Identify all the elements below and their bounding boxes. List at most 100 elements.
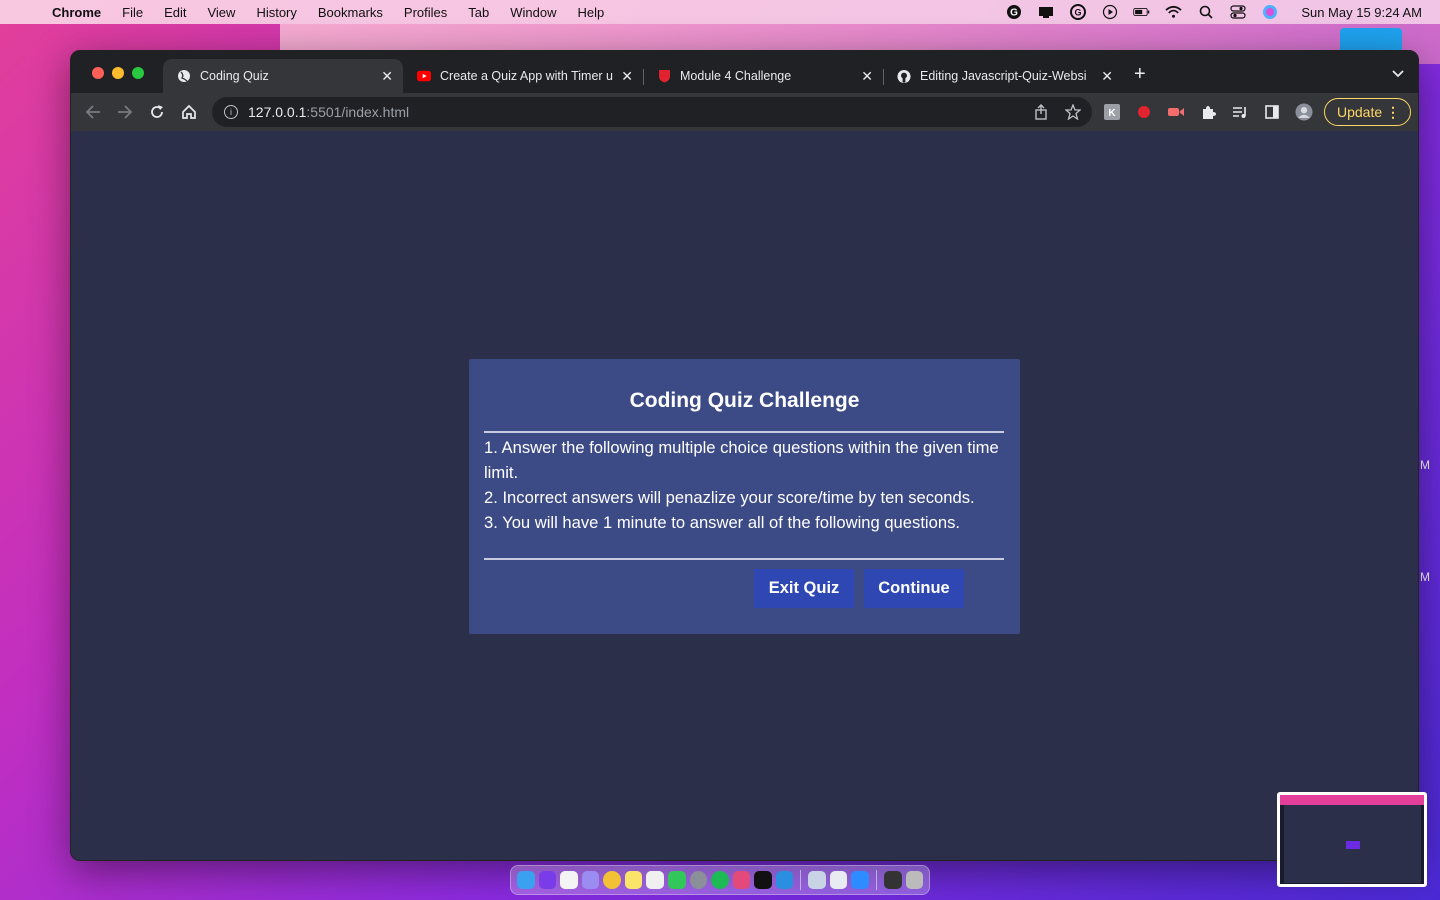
svg-text:G: G (1074, 8, 1081, 18)
trash-icon[interactable] (905, 871, 924, 889)
battery-icon[interactable] (1133, 5, 1150, 20)
more-menu-icon[interactable]: ⋮ (1386, 104, 1400, 121)
play-icon[interactable] (1101, 4, 1118, 20)
profile-avatar[interactable] (1295, 103, 1313, 121)
zoom-icon[interactable] (851, 871, 869, 889)
notes-icon[interactable] (624, 871, 643, 889)
dock-divider (875, 870, 877, 890)
menu-help[interactable]: Help (578, 5, 605, 20)
extensions-puzzle-icon[interactable] (1199, 103, 1217, 121)
browser-window: Coding Quiz ✕ Create a Quiz App with Tim… (70, 50, 1419, 861)
control-center-icon[interactable] (1229, 5, 1246, 20)
tab-module-4[interactable]: Module 4 Challenge ✕ (643, 59, 883, 93)
desktop-folder-icon[interactable] (1340, 28, 1402, 50)
close-tab-icon[interactable]: ✕ (1101, 68, 1113, 85)
rule-item: 1. Answer the following multiple choice … (484, 438, 999, 482)
minimize-window-button[interactable] (112, 67, 124, 79)
quiz-info-box: Coding Quiz Challenge 1. Answer the foll… (469, 359, 1020, 634)
quiz-rules: 1. Answer the following multiple choice … (484, 435, 1009, 535)
menu-file[interactable]: File (122, 5, 143, 20)
terminal-icon[interactable] (754, 871, 772, 889)
menu-bar: Chrome File Edit View History Bookmarks … (0, 0, 1440, 24)
menu-window[interactable]: Window (510, 5, 556, 20)
bookmark-star-icon[interactable] (1064, 103, 1082, 123)
extension-video-icon[interactable] (1167, 103, 1185, 121)
preview-icon[interactable] (808, 871, 826, 889)
share-icon[interactable] (1034, 104, 1048, 123)
divider (484, 431, 1004, 433)
siri-dock-icon[interactable] (538, 871, 557, 889)
url-host: 127.0.0.1 (248, 104, 307, 120)
menu-profiles[interactable]: Profiles (404, 5, 447, 20)
address-bar[interactable]: i 127.0.0.1:5501/index.html (212, 97, 1092, 127)
home-icon[interactable] (179, 102, 199, 122)
menubar-clock[interactable]: Sun May 15 9:24 AM (1301, 5, 1422, 20)
dock-divider (800, 870, 802, 890)
vscode-icon[interactable] (775, 871, 794, 889)
forward-arrow-icon[interactable] (115, 102, 135, 122)
menu-edit[interactable]: Edit (164, 5, 186, 20)
close-tab-icon[interactable]: ✕ (861, 68, 873, 85)
calendar-icon[interactable] (560, 871, 578, 889)
menu-app-name[interactable]: Chrome (52, 5, 101, 20)
continue-button[interactable]: Continue (864, 569, 964, 608)
chrome-icon[interactable] (603, 871, 621, 889)
extension-red-icon[interactable] (1135, 103, 1153, 121)
rule-item: 3. You will have 1 minute to answer all … (484, 513, 960, 532)
tab-github-editing[interactable]: Editing Javascript-Quiz-Websi ✕ (883, 59, 1123, 93)
slack-icon[interactable] (732, 871, 751, 889)
reload-icon[interactable] (147, 102, 167, 122)
page-viewport: Coding Quiz Challenge 1. Answer the foll… (71, 131, 1418, 860)
media-control-icon[interactable] (1231, 103, 1249, 121)
browser-toolbar: i 127.0.0.1:5501/index.html K Update ⋮ (71, 93, 1418, 131)
quiz-title: Coding Quiz Challenge (629, 389, 860, 412)
close-tab-icon[interactable]: ✕ (381, 68, 393, 85)
desktop-edge-label: M (1420, 458, 1430, 472)
tab-coding-quiz[interactable]: Coding Quiz ✕ (163, 59, 403, 93)
menu-view[interactable]: View (207, 5, 235, 20)
reminders-icon[interactable] (646, 871, 664, 889)
site-info-icon[interactable]: i (224, 105, 238, 119)
globe-icon (177, 69, 191, 83)
youtube-icon (417, 69, 431, 83)
back-arrow-icon[interactable] (83, 102, 103, 122)
spotlight-icon[interactable] (1197, 5, 1214, 20)
menu-tab[interactable]: Tab (468, 5, 489, 20)
menu-bookmarks[interactable]: Bookmarks (318, 5, 383, 20)
fullscreen-window-button[interactable] (132, 67, 144, 79)
tab-title: Coding Quiz (200, 69, 269, 83)
grammarly-g-icon[interactable]: G (1069, 4, 1086, 20)
update-label: Update (1337, 104, 1383, 120)
thumbnail-mini-box (1346, 841, 1360, 849)
finder-icon[interactable] (517, 871, 535, 889)
downloads-stack-icon[interactable] (883, 871, 902, 889)
close-window-button[interactable] (92, 67, 104, 79)
chevron-down-icon[interactable] (1392, 67, 1404, 81)
grammarly-icon[interactable]: G (1005, 5, 1022, 20)
rule-item: 2. Incorrect answers will penazlize your… (484, 488, 975, 507)
update-button[interactable]: Update ⋮ (1324, 98, 1411, 126)
launchpad-icon[interactable] (581, 871, 600, 889)
github-icon (897, 69, 911, 83)
extension-k-icon[interactable]: K (1103, 103, 1121, 121)
tab-title: Module 4 Challenge (680, 69, 792, 83)
spotify-icon[interactable] (711, 871, 729, 889)
tab-title: Editing Javascript-Quiz-Websi (920, 69, 1087, 83)
thumbnail-content (1284, 805, 1421, 883)
screenshot-thumbnail[interactable] (1277, 792, 1427, 887)
tab-youtube-video[interactable]: Create a Quiz App with Timer u ✕ (403, 59, 643, 93)
new-tab-icon[interactable]: + (1134, 63, 1146, 86)
svg-text:G: G (1010, 8, 1018, 19)
files-icon[interactable] (829, 871, 848, 889)
exit-quiz-button[interactable]: Exit Quiz (754, 569, 854, 608)
siri-icon[interactable] (1261, 5, 1278, 20)
facetime-icon[interactable] (667, 871, 686, 889)
wifi-icon[interactable] (1165, 5, 1182, 20)
side-panel-icon[interactable] (1263, 103, 1281, 121)
url-path: :5501/index.html (306, 104, 410, 120)
system-preferences-icon[interactable] (689, 871, 708, 889)
close-tab-icon[interactable]: ✕ (621, 68, 633, 85)
dock (510, 865, 930, 895)
display-icon[interactable] (1037, 5, 1054, 20)
menu-history[interactable]: History (256, 5, 296, 20)
